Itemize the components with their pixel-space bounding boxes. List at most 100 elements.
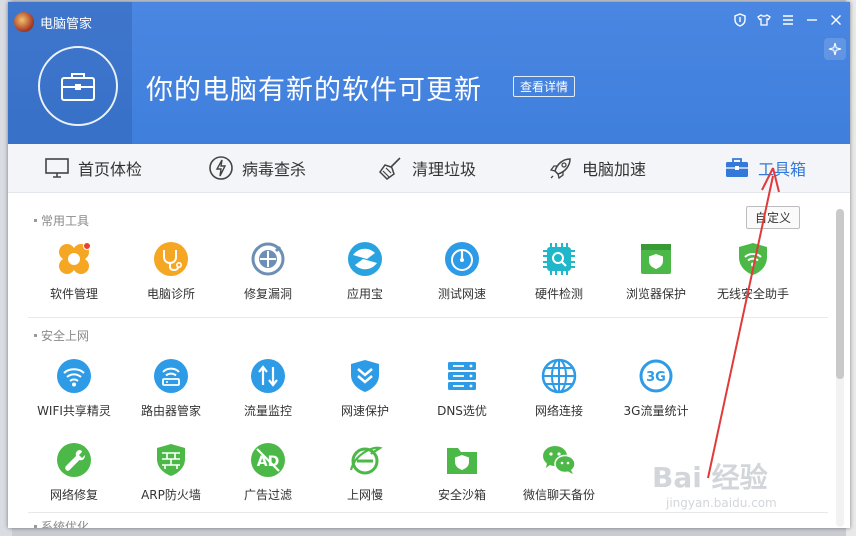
speedometer-icon bbox=[445, 242, 479, 276]
section-safe-internet: 安全上网 bbox=[34, 327, 89, 344]
scrollbar-thumb[interactable] bbox=[836, 209, 844, 379]
tool-label: DNS选优 bbox=[437, 404, 487, 418]
tool-arp-firewall[interactable]: ARP防火墙 bbox=[123, 442, 219, 503]
wrench-icon bbox=[57, 443, 91, 477]
tool-label: 路由器管家 bbox=[140, 404, 201, 418]
patch-icon bbox=[251, 242, 285, 276]
tool-label: 修复漏洞 bbox=[243, 287, 292, 301]
broom-icon bbox=[379, 157, 401, 180]
section-title: 安全上网 bbox=[41, 329, 90, 343]
tool-speed-protection[interactable]: 网速保护 bbox=[317, 358, 413, 419]
minimize-icon bbox=[807, 19, 817, 21]
tool-fix-vulnerabilities[interactable]: 修复漏洞 bbox=[220, 241, 316, 302]
software-manager-icon bbox=[59, 242, 91, 274]
app-title: 电脑管家 bbox=[40, 17, 93, 32]
tool-hardware-check[interactable]: 硬件检测 bbox=[511, 241, 607, 302]
view-details-button[interactable]: 查看详情 bbox=[513, 76, 576, 97]
bullet bbox=[34, 525, 37, 528]
section-title: 常用工具 bbox=[41, 214, 90, 228]
tool-label: 软件管理 bbox=[49, 287, 98, 301]
tool-label: 网速保护 bbox=[340, 404, 389, 418]
server-icon bbox=[448, 362, 476, 390]
tab-home-checkup[interactable]: 首页体检 bbox=[44, 154, 142, 182]
shield-chevron-icon bbox=[351, 360, 379, 392]
stethoscope-icon bbox=[154, 242, 188, 276]
tool-wechat-backup[interactable]: 微信聊天备份 bbox=[511, 442, 607, 503]
sparkle-icon bbox=[828, 42, 842, 56]
tab-toolbox[interactable]: 工具箱 bbox=[724, 154, 806, 182]
app-store-icon bbox=[348, 242, 382, 276]
wifi-icon bbox=[57, 359, 91, 393]
tool-label: WIFI共享精灵 bbox=[37, 404, 111, 418]
tab-clean-junk[interactable]: 清理垃圾 bbox=[378, 154, 476, 182]
tab-label: 清理垃圾 bbox=[412, 160, 477, 179]
tool-browser-protection[interactable]: 浏览器保护 bbox=[608, 241, 704, 302]
tool-ad-filter[interactable]: AD 广告过滤 bbox=[220, 442, 316, 503]
tool-wifi-share[interactable]: WIFI共享精灵 bbox=[26, 358, 122, 419]
shield-button[interactable] bbox=[732, 12, 748, 28]
pc-manager-window: 电脑管家 你的电脑有新的软件可更新 查看详情 首页体检 病毒查杀 清理垃圾 电脑… bbox=[8, 2, 850, 528]
toolbox-icon bbox=[726, 158, 748, 177]
skin-button[interactable] bbox=[756, 12, 772, 28]
menu-icon bbox=[783, 15, 793, 25]
tool-wireless-security[interactable]: 无线安全助手 bbox=[705, 241, 801, 302]
tool-label: 电脑诊所 bbox=[146, 287, 195, 301]
tool-network-connection[interactable]: 网络连接 bbox=[511, 358, 607, 419]
tshirt-icon bbox=[757, 14, 771, 26]
close-button[interactable] bbox=[828, 12, 844, 28]
section-title: 系统优化 bbox=[41, 520, 90, 528]
baidu-watermark: Bai 经验 jingyan.baidu.com bbox=[644, 452, 844, 522]
browser-shield-icon bbox=[641, 244, 671, 274]
ad-block-icon: AD bbox=[251, 443, 285, 477]
hero-toolbox-badge bbox=[38, 46, 118, 126]
tool-network-repair[interactable]: 网络修复 bbox=[26, 442, 122, 503]
tool-3g-traffic[interactable]: 3G 3G流量统计 bbox=[608, 358, 704, 419]
tool-label: 3G流量统计 bbox=[623, 404, 689, 418]
tool-app-store[interactable]: 应用宝 bbox=[317, 241, 413, 302]
header-banner: 电脑管家 你的电脑有新的软件可更新 查看详情 bbox=[8, 2, 850, 144]
tool-label: 网络连接 bbox=[534, 404, 583, 418]
sandbox-folder-icon bbox=[447, 448, 477, 474]
wechat-icon bbox=[543, 446, 576, 474]
tab-speed-up[interactable]: 电脑加速 bbox=[548, 154, 646, 182]
tool-label: 浏览器保护 bbox=[625, 287, 686, 301]
3g-icon: 3G bbox=[639, 359, 673, 393]
tool-label: ARP防火墙 bbox=[141, 488, 201, 502]
tool-router-manager[interactable]: 路由器管家 bbox=[123, 358, 219, 419]
tool-label: 上网慢 bbox=[346, 488, 383, 502]
firewall-shield-icon bbox=[157, 444, 185, 476]
tool-pc-clinic[interactable]: 电脑诊所 bbox=[123, 241, 219, 302]
tool-traffic-monitor[interactable]: 流量监控 bbox=[220, 358, 316, 419]
tool-label: 无线安全助手 bbox=[716, 287, 789, 301]
tool-label: 安全沙箱 bbox=[437, 488, 486, 502]
tool-label: 广告过滤 bbox=[243, 488, 292, 502]
lightning-icon bbox=[209, 156, 233, 180]
tool-slow-internet[interactable]: 上网慢 bbox=[317, 442, 413, 503]
tool-speed-test[interactable]: 测试网速 bbox=[414, 241, 510, 302]
tool-dns-optimize[interactable]: DNS选优 bbox=[414, 358, 510, 419]
chip-icon bbox=[543, 243, 575, 275]
shield-icon bbox=[734, 13, 746, 27]
wifi-shield-icon bbox=[739, 243, 767, 275]
tab-label: 工具箱 bbox=[758, 160, 807, 179]
menu-button[interactable] bbox=[780, 12, 796, 28]
watermark-main: Bai 经验 bbox=[652, 461, 768, 494]
sparkle-button[interactable] bbox=[824, 38, 846, 60]
bullet bbox=[34, 334, 37, 337]
close-icon bbox=[831, 15, 841, 25]
tool-safe-sandbox[interactable]: 安全沙箱 bbox=[414, 442, 510, 503]
section-common-tools: 常用工具 bbox=[34, 212, 89, 229]
update-message: 你的电脑有新的软件可更新 bbox=[146, 75, 482, 106]
customize-button[interactable]: 自定义 bbox=[746, 206, 801, 229]
tool-label: 流量监控 bbox=[243, 404, 292, 418]
tool-label: 网络修复 bbox=[49, 488, 98, 502]
main-nav: 首页体检 病毒查杀 清理垃圾 电脑加速 工具箱 bbox=[8, 144, 850, 193]
tab-label: 电脑加速 bbox=[582, 160, 647, 179]
up-down-arrows-icon bbox=[251, 359, 285, 393]
minimize-button[interactable] bbox=[804, 12, 820, 28]
svg-text:3G: 3G bbox=[646, 370, 666, 385]
monitor-icon bbox=[45, 158, 69, 178]
title-bar-buttons bbox=[732, 12, 844, 28]
tool-software-manager[interactable]: 软件管理 bbox=[26, 241, 122, 302]
tab-virus-scan[interactable]: 病毒查杀 bbox=[208, 154, 306, 182]
